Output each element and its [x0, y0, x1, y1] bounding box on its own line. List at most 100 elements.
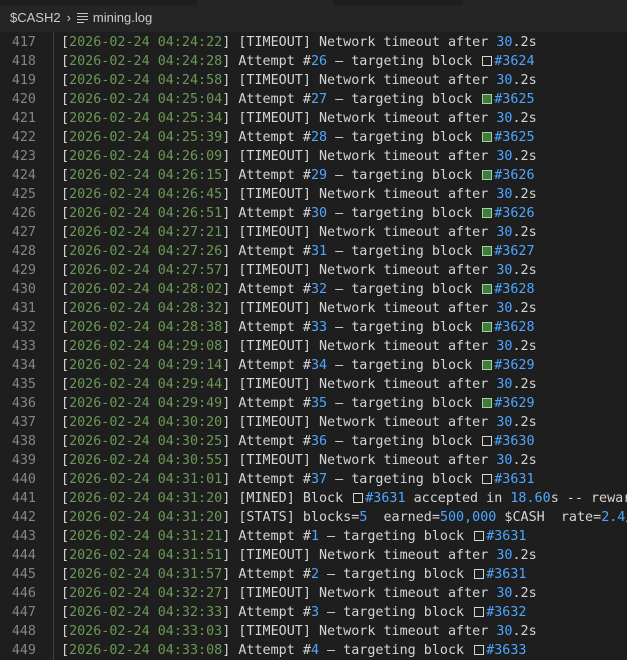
- log-text: [2026-02-24 04:26:51] Attempt #30 – targ…: [61, 204, 535, 223]
- block-number: #3631: [486, 529, 527, 544]
- log-text: [2026-02-24 04:31:01] Attempt #37 – targ…: [61, 470, 535, 489]
- line-number: 425: [11, 187, 36, 202]
- block-number: #3627: [494, 244, 535, 259]
- log-line[interactable]: 431 [2026-02-24 04:28:32] [TIMEOUT] Netwo…: [0, 299, 627, 318]
- log-message: Attempt #: [238, 92, 311, 107]
- log-timestamp: 2026-02-24 04:25:34: [69, 111, 223, 126]
- bracket: ]: [222, 130, 239, 145]
- bracket: [: [61, 605, 70, 620]
- attempt-number: 26: [310, 54, 328, 69]
- line-number: 445: [11, 567, 36, 582]
- green-square-icon: [482, 360, 493, 370]
- log-message-tail: .2s: [512, 187, 537, 202]
- log-line[interactable]: 441 [2026-02-24 04:31:20] [MINED] Block #…: [0, 489, 627, 508]
- bracket: [: [61, 529, 70, 544]
- green-square-icon: [482, 246, 493, 256]
- log-message: [TIMEOUT] Network timeout after: [238, 225, 497, 240]
- log-line[interactable]: 449 [2026-02-24 04:33:08] Attempt #4 – ta…: [0, 641, 627, 660]
- log-line[interactable]: 439 [2026-02-24 04:30:55] [TIMEOUT] Netwo…: [0, 451, 627, 470]
- log-line[interactable]: 423 [2026-02-24 04:26:09] [TIMEOUT] Netwo…: [0, 147, 627, 166]
- log-timestamp: 2026-02-24 04:31:20: [69, 510, 223, 525]
- log-line[interactable]: 430 [2026-02-24 04:28:02] Attempt #32 – t…: [0, 280, 627, 299]
- log-line[interactable]: 428 [2026-02-24 04:27:26] Attempt #31 – t…: [0, 242, 627, 261]
- log-line[interactable]: 432 [2026-02-24 04:28:38] Attempt #33 – t…: [0, 318, 627, 337]
- editor-tab-bar: $CASH2 › mining.log: [0, 0, 627, 32]
- log-message-tail: .2s: [512, 301, 537, 316]
- attempt-number: 28: [310, 130, 328, 145]
- breadcrumb-file[interactable]: mining.log: [93, 10, 152, 25]
- log-message-mid: – targeting block: [327, 282, 481, 297]
- log-line[interactable]: 448 [2026-02-24 04:33:03] [TIMEOUT] Netwo…: [0, 622, 627, 641]
- log-message-mid: – targeting block: [327, 320, 481, 335]
- log-message-tail: .2s: [512, 263, 537, 278]
- log-message: [TIMEOUT] Network timeout after: [238, 415, 497, 430]
- log-line[interactable]: 421 [2026-02-24 04:25:34] [TIMEOUT] Netwo…: [0, 109, 627, 128]
- attempt-number: 32: [310, 282, 328, 297]
- log-message-mid: – targeting block: [327, 206, 481, 221]
- log-line[interactable]: 447 [2026-02-24 04:32:33] Attempt #3 – ta…: [0, 603, 627, 622]
- attempt-number: 3: [310, 605, 319, 620]
- log-timestamp: 2026-02-24 04:32:33: [69, 605, 223, 620]
- line-number: 436: [11, 396, 36, 411]
- timeout-seconds: 30: [496, 263, 513, 278]
- bracket: ]: [222, 396, 239, 411]
- timeout-seconds: 30: [496, 73, 513, 88]
- log-line[interactable]: 426 [2026-02-24 04:26:51] Attempt #30 – t…: [0, 204, 627, 223]
- log-line[interactable]: 419 [2026-02-24 04:24:58] [TIMEOUT] Netwo…: [0, 71, 627, 90]
- bracket: [: [61, 377, 70, 392]
- log-message: Attempt #: [238, 529, 311, 544]
- bracket: [: [61, 149, 70, 164]
- breadcrumb-folder[interactable]: $CASH2: [10, 10, 61, 25]
- log-line[interactable]: 422 [2026-02-24 04:25:39] Attempt #28 – t…: [0, 128, 627, 147]
- log-text: [2026-02-24 04:33:08] Attempt #4 – targe…: [61, 641, 527, 660]
- log-line[interactable]: 418 [2026-02-24 04:24:28] Attempt #26 – t…: [0, 52, 627, 71]
- log-line[interactable]: 444 [2026-02-24 04:31:51] [TIMEOUT] Netwo…: [0, 546, 627, 565]
- log-line[interactable]: 443 [2026-02-24 04:31:21] Attempt #1 – ta…: [0, 527, 627, 546]
- log-line[interactable]: 420 [2026-02-24 04:25:04] Attempt #27 – t…: [0, 90, 627, 109]
- green-square-icon: [482, 170, 493, 180]
- log-line[interactable]: 424 [2026-02-24 04:26:15] Attempt #29 – t…: [0, 166, 627, 185]
- log-message-tail: .2s: [512, 415, 537, 430]
- bracket: [: [61, 472, 70, 487]
- log-timestamp: 2026-02-24 04:30:25: [69, 434, 223, 449]
- line-number: 442: [11, 510, 36, 525]
- log-line[interactable]: 434 [2026-02-24 04:29:14] Attempt #34 – t…: [0, 356, 627, 375]
- log-line[interactable]: 436 [2026-02-24 04:29:49] Attempt #35 – t…: [0, 394, 627, 413]
- log-line[interactable]: 442 [2026-02-24 04:31:20] [STATS] blocks=…: [0, 508, 627, 527]
- log-line[interactable]: 417 [2026-02-24 04:24:22] [TIMEOUT] Netwo…: [0, 33, 627, 52]
- log-timestamp: 2026-02-24 04:27:57: [69, 263, 223, 278]
- block-number: #3631: [365, 491, 406, 506]
- block-number: #3626: [494, 168, 535, 183]
- log-message: Attempt #: [238, 282, 311, 297]
- log-timestamp: 2026-02-24 04:33:08: [69, 643, 223, 658]
- bracket: [: [61, 586, 70, 601]
- log-message: [TIMEOUT] Network timeout after: [238, 149, 497, 164]
- log-line[interactable]: 437 [2026-02-24 04:30:20] [TIMEOUT] Netwo…: [0, 413, 627, 432]
- bracket: [: [61, 35, 70, 50]
- editor-content[interactable]: 417 [2026-02-24 04:24:22] [TIMEOUT] Netwo…: [0, 32, 627, 660]
- log-timestamp: 2026-02-24 04:28:02: [69, 282, 223, 297]
- log-line[interactable]: 433 [2026-02-24 04:29:08] [TIMEOUT] Netwo…: [0, 337, 627, 356]
- attempt-number: 1: [310, 529, 319, 544]
- log-timestamp: 2026-02-24 04:25:39: [69, 130, 223, 145]
- log-line[interactable]: 435 [2026-02-24 04:29:44] [TIMEOUT] Netwo…: [0, 375, 627, 394]
- log-message: [TIMEOUT] Network timeout after: [238, 624, 497, 639]
- log-text: [2026-02-24 04:24:22] [TIMEOUT] Network …: [61, 33, 537, 52]
- log-line[interactable]: 429 [2026-02-24 04:27:57] [TIMEOUT] Netwo…: [0, 261, 627, 280]
- bracket: [: [61, 624, 70, 639]
- log-line[interactable]: 446 [2026-02-24 04:32:27] [TIMEOUT] Netwo…: [0, 584, 627, 603]
- log-message-mid: – targeting block: [319, 605, 473, 620]
- block-number: #3626: [494, 206, 535, 221]
- log-message-mid: – targeting block: [319, 529, 473, 544]
- bracket: [: [61, 92, 70, 107]
- bracket: [: [61, 434, 70, 449]
- log-line[interactable]: 445 [2026-02-24 04:31:57] Attempt #2 – ta…: [0, 565, 627, 584]
- log-line[interactable]: 440 [2026-02-24 04:31:01] Attempt #37 – t…: [0, 470, 627, 489]
- log-line[interactable]: 438 [2026-02-24 04:30:25] Attempt #36 – t…: [0, 432, 627, 451]
- log-line[interactable]: 427 [2026-02-24 04:27:21] [TIMEOUT] Netwo…: [0, 223, 627, 242]
- log-message-tail: .2s: [512, 35, 537, 50]
- attempt-number: 2: [310, 567, 319, 582]
- line-number: 435: [11, 377, 36, 392]
- log-line[interactable]: 425 [2026-02-24 04:26:45] [TIMEOUT] Netwo…: [0, 185, 627, 204]
- bracket: [: [61, 111, 70, 126]
